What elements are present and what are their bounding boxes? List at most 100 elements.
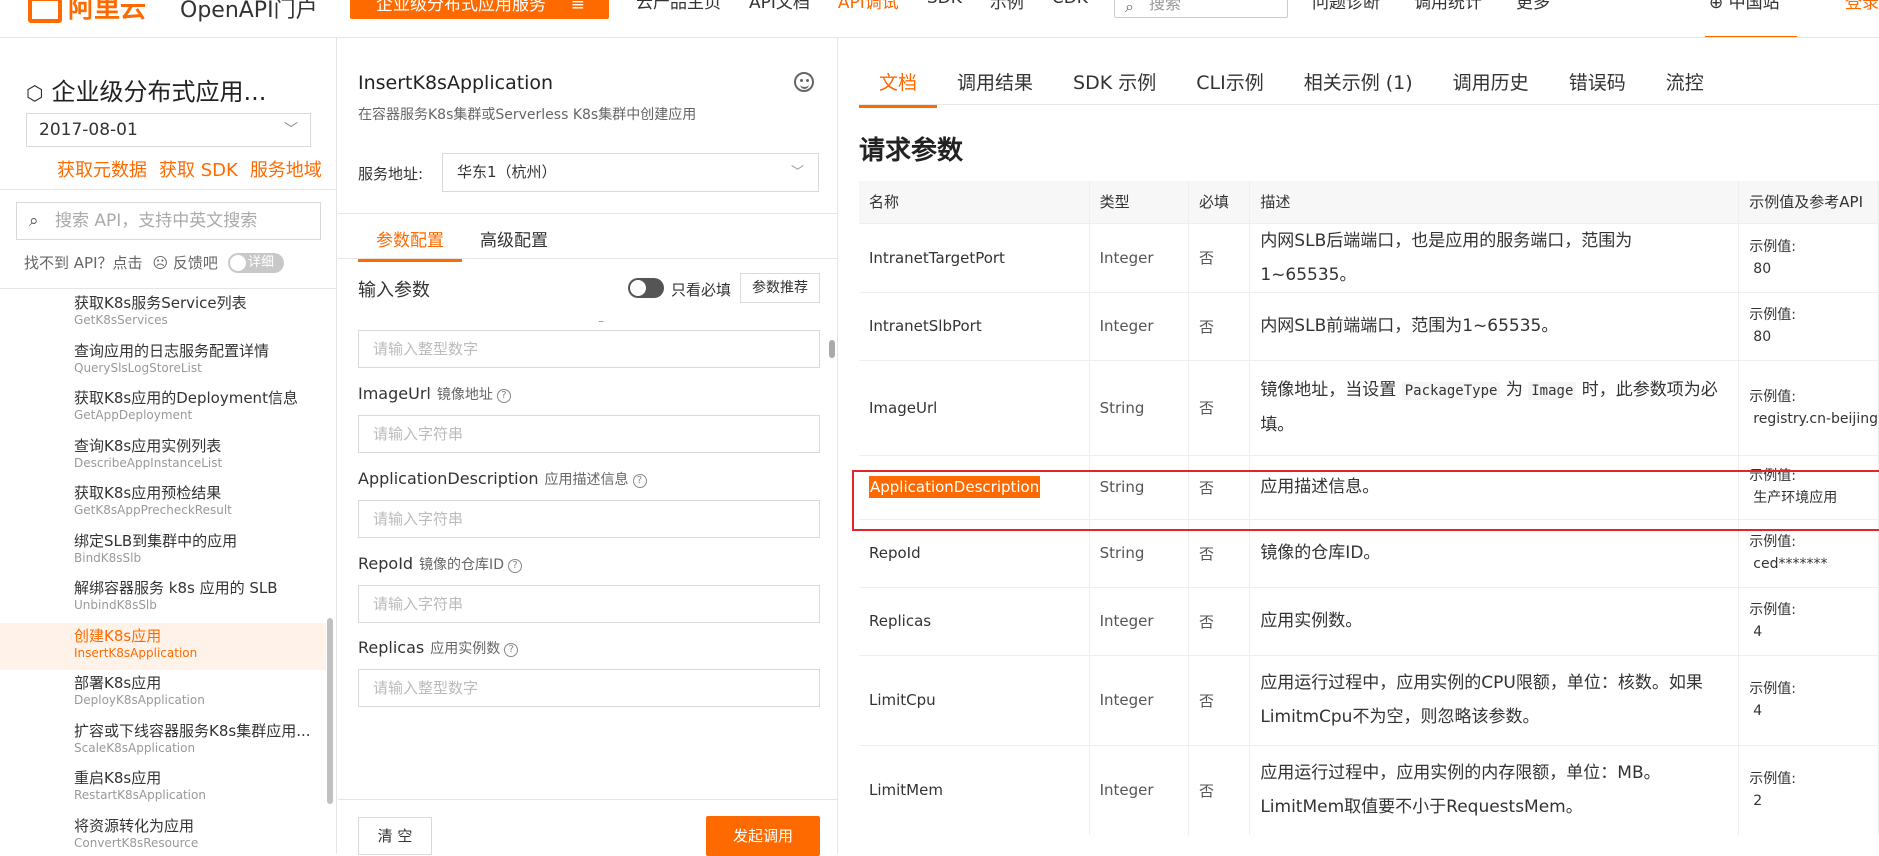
tab-call-history[interactable]: 调用历史 <box>1433 64 1549 108</box>
logo-text: 阿里云 <box>68 0 147 24</box>
top-search-input[interactable]: ⌕ 搜索 <box>1114 0 1288 18</box>
tab-call-result[interactable]: 调用结果 <box>937 64 1053 108</box>
param-required-cell: 否 <box>1188 222 1251 292</box>
get-sdk-link[interactable]: 获取 SDK <box>159 156 238 182</box>
version-select[interactable]: 2017-08-01 ﹀ <box>26 113 311 147</box>
api-item-en-name: BindK8sSlb <box>74 550 142 565</box>
debug-footer: 清 空 发起调用 <box>338 799 837 856</box>
help-icon[interactable]: ? <box>496 389 511 403</box>
param-input-application-description[interactable]: 请输入字符串 <box>358 500 820 538</box>
sidebar-api-item[interactable]: 绑定SLB到集群中的应用 BindK8sSlb <box>0 528 326 576</box>
nav-product-home[interactable]: 云产品主页 <box>636 0 721 18</box>
param-example-cell: 示例值: 2 <box>1738 744 1879 835</box>
sidebar-api-item[interactable]: 解绑容器服务 k8s 应用的 SLB UnbindK8sSlb <box>0 575 326 623</box>
param-name: Replicas <box>358 638 425 657</box>
nav-api-docs[interactable]: API文档 <box>749 0 810 18</box>
sidebar-scrollbar[interactable] <box>327 618 333 804</box>
api-search-input[interactable]: ⌕ 搜索 API，支持中英文搜索 <box>16 202 321 240</box>
table-row: IntranetSlbPort Integer 否 内网SLB前端端口，范围为1… <box>859 291 1879 360</box>
param-input-replicas[interactable]: 请输入整型数字 <box>358 669 820 707</box>
endpoint-select[interactable]: 华东1（杭州） ﹀ <box>442 153 819 192</box>
sidebar-api-item[interactable]: 扩容或下线容器服务K8s集群应用... ScaleK8sApplication <box>0 718 326 766</box>
example-label: 示例值: <box>1749 238 1797 255</box>
sidebar-api-item[interactable]: 查询K8s应用实例列表 DescribeAppInstanceList <box>0 433 326 481</box>
example-label: 示例值: <box>1749 307 1797 323</box>
highlighted-param-name[interactable]: ApplicationDescription <box>869 476 1041 498</box>
debug-panel: InsertK8sApplication 在容器服务K8s集群或Serverle… <box>338 38 838 856</box>
tab-error-codes[interactable]: 错误码 <box>1549 64 1646 108</box>
help-icon[interactable]: ? <box>504 643 519 657</box>
feedback-link[interactable]: ☹ 反馈吧 <box>153 252 218 273</box>
get-metadata-link[interactable]: 获取元数据 <box>57 156 147 182</box>
param-scrollbar[interactable] <box>829 340 835 358</box>
table-row: LimitMem Integer 否 应用运行过程中，应用实例的内存限额，单位：… <box>859 744 1879 835</box>
tab-related-examples[interactable]: 相关示例 (1) <box>1284 64 1433 108</box>
example-value: registry.cn-beijing <box>1753 410 1878 427</box>
top-nav: 云产品主页 API文档 API调试 SDK 示例 CDK <box>636 0 1088 18</box>
nav-sdk[interactable]: SDK <box>927 0 962 18</box>
param-input-repoid[interactable]: 请输入字符串 <box>358 585 820 623</box>
nav-examples[interactable]: 示例 <box>990 0 1024 18</box>
tab-advanced-config[interactable]: 高级配置 <box>462 220 566 262</box>
help-icon[interactable]: ? <box>632 474 647 488</box>
region-switch[interactable]: ⊕ 中国站 ˅ <box>1705 0 1797 37</box>
portal-name[interactable]: OpenAPI门户 <box>180 0 318 24</box>
clear-button[interactable]: 清 空 <box>358 817 432 855</box>
product-switch-button[interactable]: 企业级分布式应用服务 ≡ <box>350 0 609 19</box>
sidebar-api-item[interactable]: 部署K8s应用 DeployK8sApplication <box>0 670 326 718</box>
tab-param-config[interactable]: 参数配置 <box>358 220 462 262</box>
param-name-cell: Replicas <box>859 586 1090 655</box>
api-item-cn-name: 部署K8s应用 <box>74 674 162 692</box>
required-only-label: 只看必填 <box>671 281 732 299</box>
help-icon[interactable]: ? <box>507 559 522 573</box>
region-label: 中国站 <box>1728 0 1780 13</box>
param-required-cell: 否 <box>1188 359 1251 455</box>
tab-sdk-example[interactable]: SDK 示例 <box>1053 64 1176 108</box>
param-required-cell: 否 <box>1188 654 1251 745</box>
service-region-link[interactable]: 服务地域 <box>250 156 322 182</box>
nav-more[interactable]: 更多 ˅ <box>1516 0 1564 13</box>
nav-cdk[interactable]: CDK <box>1052 0 1088 18</box>
sidebar-api-item[interactable]: 重启K8s应用 RestartK8sApplication <box>0 765 326 813</box>
sidebar-api-item[interactable]: 获取K8s应用预检结果 GetK8sAppPrecheckResult <box>0 480 326 528</box>
sidebar-api-item[interactable]: 获取K8s应用的Deployment信息 GetAppDeployment <box>0 385 326 433</box>
aliyun-logo[interactable]: 阿里云 <box>28 0 146 25</box>
param-type-cell: Integer <box>1089 291 1189 360</box>
example-label: 示例值: <box>1749 681 1797 697</box>
sad-face-icon: ☹ <box>152 254 169 272</box>
nav-stats[interactable]: 调用统计 <box>1414 0 1482 13</box>
param-recommend-button[interactable]: 参数推荐 <box>740 273 820 303</box>
login-link[interactable]: 登录 <box>1845 0 1879 13</box>
smile-feedback-icon[interactable] <box>794 72 814 92</box>
detail-toggle[interactable]: 详细 <box>227 252 284 273</box>
sidebar-api-item[interactable]: 查询应用的日志服务配置详情 QuerySlsLogStoreList <box>0 338 326 386</box>
col-header-example: 示例值及参考API <box>1738 181 1879 223</box>
tab-docs[interactable]: 文档 <box>859 64 938 108</box>
nav-api-debug[interactable]: API调试 <box>838 0 899 18</box>
sidebar-api-item[interactable]: 将资源转化为应用 ConvertK8sResource <box>0 813 326 855</box>
api-search-placeholder: 搜索 API，支持中英文搜索 <box>55 211 258 231</box>
param-example-cell: 示例值: 生产环境应用 <box>1738 454 1879 519</box>
sidebar-api-item[interactable]: 创建K8s应用 InsertK8sApplication <box>0 622 326 670</box>
table-row: LimitCpu Integer 否 应用运行过程中，应用实例的CPU限额，单位… <box>859 654 1879 745</box>
api-item-en-name: UnbindK8sSlb <box>74 598 157 612</box>
param-type-cell: Integer <box>1089 654 1189 745</box>
tab-cli-example[interactable]: CLI示例 <box>1176 64 1283 108</box>
param-form: – 请输入整型数字 ImageUrl 镜像地址? 请输入字符串 Applicati… <box>338 314 838 799</box>
invoke-button[interactable]: 发起调用 <box>706 816 820 856</box>
table-row: ImageUrl String 否 镜像地址，当设置 PackageType 为… <box>859 359 1879 455</box>
sidebar-api-item[interactable]: 获取K8s服务Service列表 GetK8sServices <box>0 290 326 338</box>
nav-more-label: 更多 <box>1516 0 1550 13</box>
desc-text: 为 <box>1500 380 1529 400</box>
api-item-cn-name: 解绑容器服务 k8s 应用的 SLB <box>74 579 278 597</box>
param-input-top[interactable]: 请输入整型数字 <box>358 330 820 368</box>
api-item-cn-name: 获取K8s应用的Deployment信息 <box>74 389 298 407</box>
param-name: ImageUrl <box>358 384 431 403</box>
tab-flow-control[interactable]: 流控 <box>1646 64 1724 108</box>
param-input-imageurl[interactable]: 请输入字符串 <box>358 415 820 453</box>
feedback-row: 找不到 API？点击 ☹ 反馈吧 详细 <box>24 252 284 273</box>
param-desc-cell: 应用描述信息。 <box>1249 454 1740 519</box>
request-params-heading: 请求参数 <box>859 136 964 166</box>
nav-diagnose[interactable]: 问题诊断 <box>1312 0 1380 13</box>
required-only-toggle[interactable] <box>628 278 664 298</box>
